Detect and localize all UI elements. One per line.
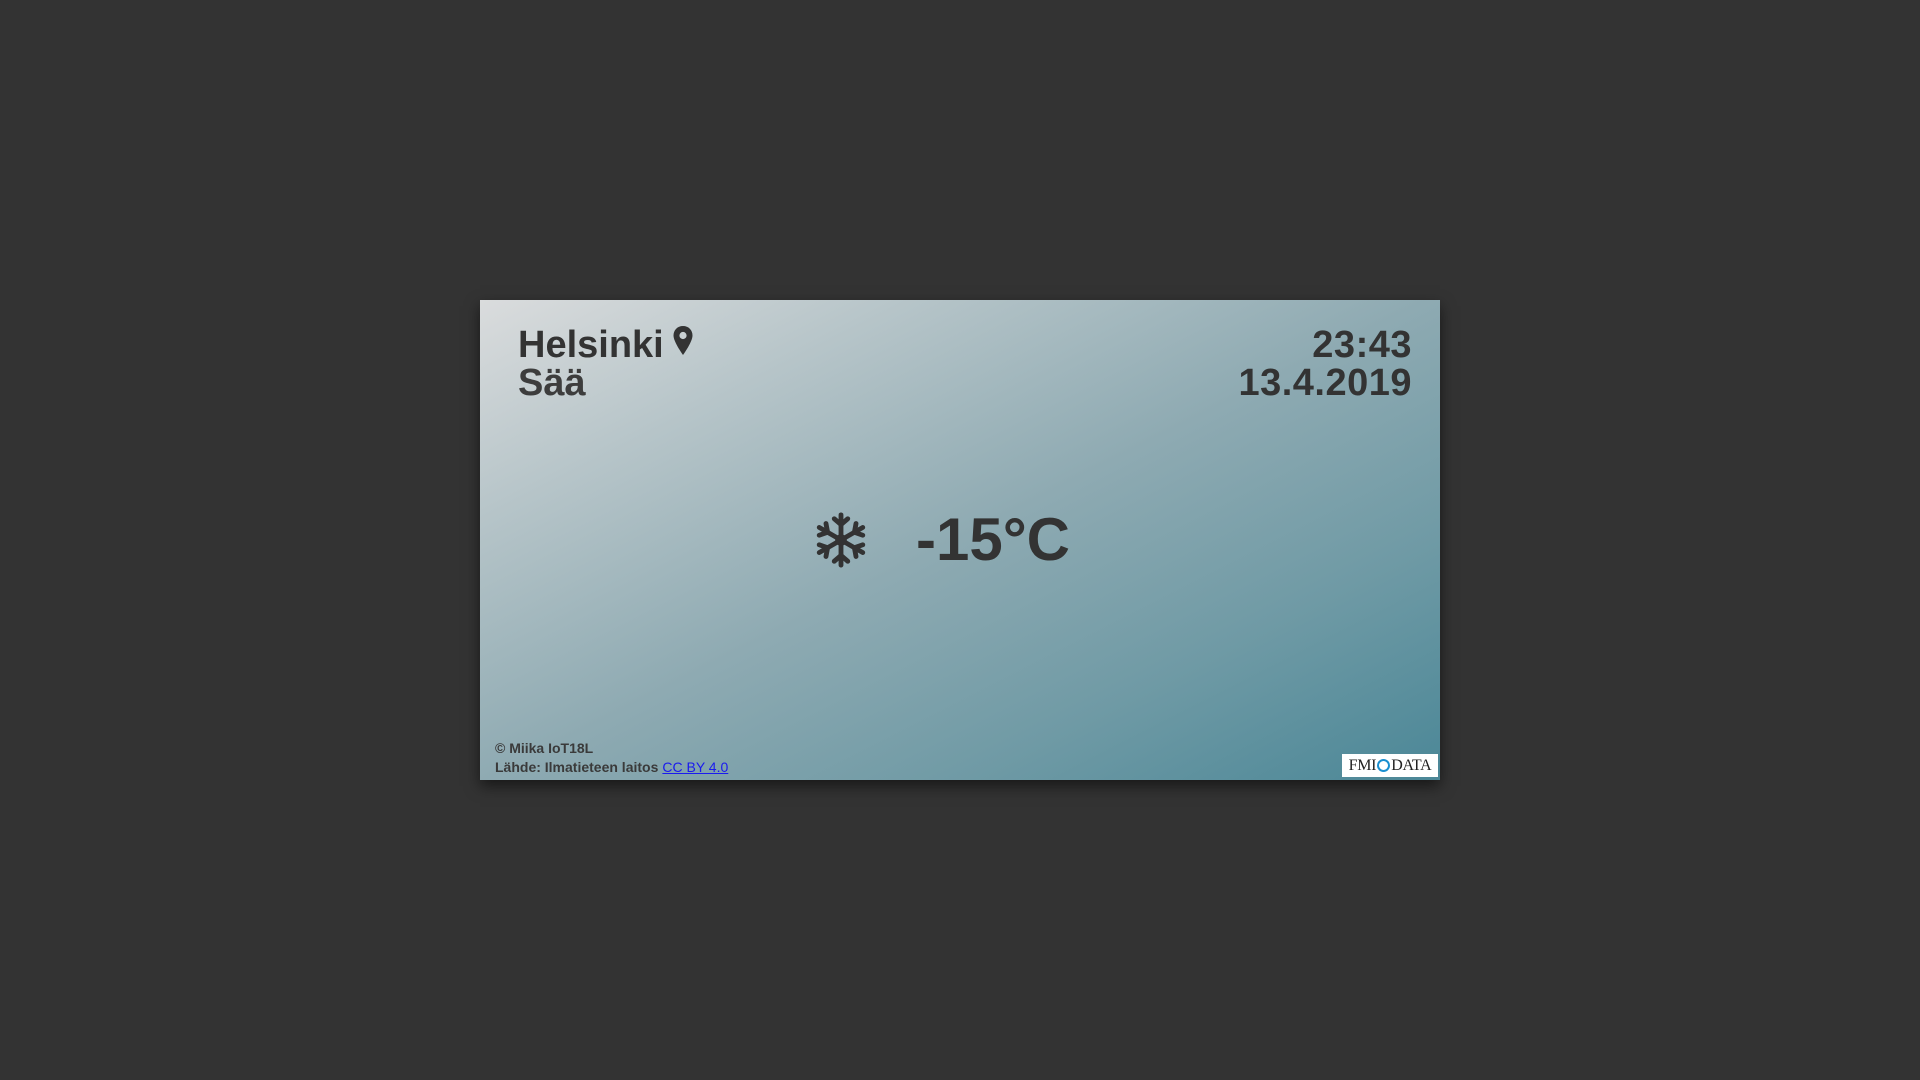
current-time: 23:43 bbox=[1312, 324, 1412, 366]
footer: © Miika IoT18L Lähde: Ilmatieteen laitos… bbox=[495, 739, 728, 777]
logo-text-right: DATA bbox=[1391, 756, 1432, 774]
location-block: Helsinki Sää bbox=[518, 326, 694, 402]
copyright-text: © Miika IoT18L bbox=[495, 740, 594, 756]
page-subtitle: Sää bbox=[518, 362, 586, 404]
source-row: Lähde: Ilmatieteen laitos CC BY 4.0 bbox=[495, 758, 728, 777]
city-row: Helsinki bbox=[518, 326, 694, 364]
source-text: Lähde: Ilmatieteen laitos bbox=[495, 759, 659, 775]
weather-card: Helsinki Sää 23:43 13.4.2019 -15°C © Mii… bbox=[480, 300, 1440, 780]
logo-text-left: FMI bbox=[1348, 756, 1377, 774]
location-pin-icon bbox=[673, 326, 693, 355]
datetime-block: 23:43 13.4.2019 bbox=[1238, 326, 1412, 402]
temperature-value: -15°C bbox=[915, 506, 1071, 573]
snowflake-icon bbox=[816, 512, 866, 568]
fmi-open-data-logo[interactable]: FMI DATA bbox=[1342, 754, 1438, 777]
license-link[interactable]: CC BY 4.0 bbox=[662, 759, 728, 775]
logo-ring-icon bbox=[1377, 759, 1391, 772]
current-date: 13.4.2019 bbox=[1238, 362, 1412, 404]
current-weather: -15°C bbox=[480, 505, 1440, 575]
city-name: Helsinki bbox=[518, 324, 664, 366]
